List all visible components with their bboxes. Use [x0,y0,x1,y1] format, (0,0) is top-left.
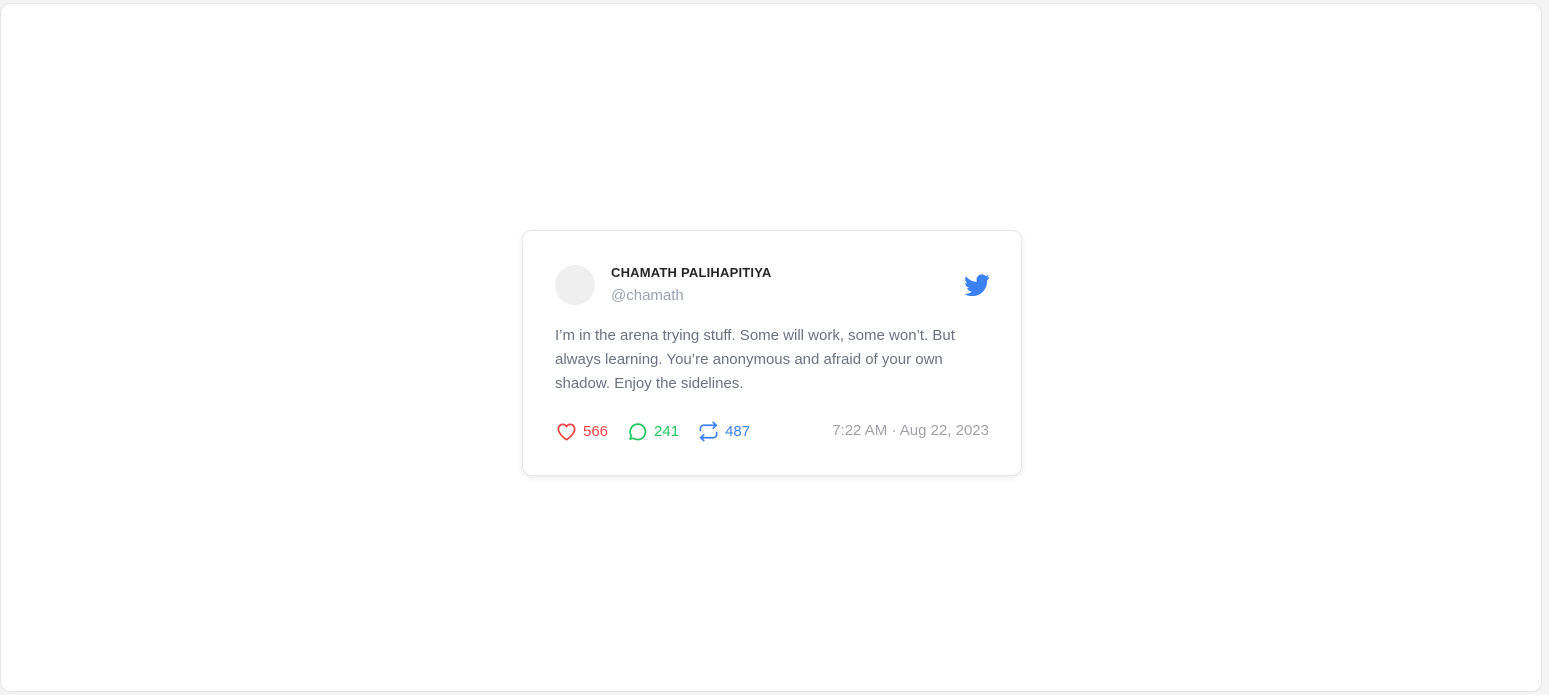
tweet-text: I’m in the arena trying stuff. Some will… [555,327,955,392]
author-name[interactable]: CHAMATH PALIHAPITIYA [611,265,771,280]
speech-bubble-icon [629,422,647,440]
preview-frame: CHAMATH PALIHAPITIYA @chamath I’m in the… [0,3,1542,692]
retweet-button[interactable]: 487 [697,420,750,443]
avatar[interactable] [555,265,595,305]
twitter-bird-icon[interactable] [964,274,990,296]
author-handle[interactable]: @chamath [611,287,684,304]
retweet-icon [699,421,718,441]
tweet-timestamp[interactable]: 7:22 AM · Aug 22, 2023 [832,422,989,439]
tweet-stats: 566 241 487 [555,419,768,443]
heart-icon [557,423,576,441]
tweet-card[interactable]: CHAMATH PALIHAPITIYA @chamath I’m in the… [522,230,1022,476]
like-button[interactable]: 566 [555,420,608,443]
like-count: 566 [583,422,609,440]
reply-count: 241 [654,422,680,440]
reply-button[interactable]: 241 [626,420,679,443]
retweet-count: 487 [725,422,751,440]
